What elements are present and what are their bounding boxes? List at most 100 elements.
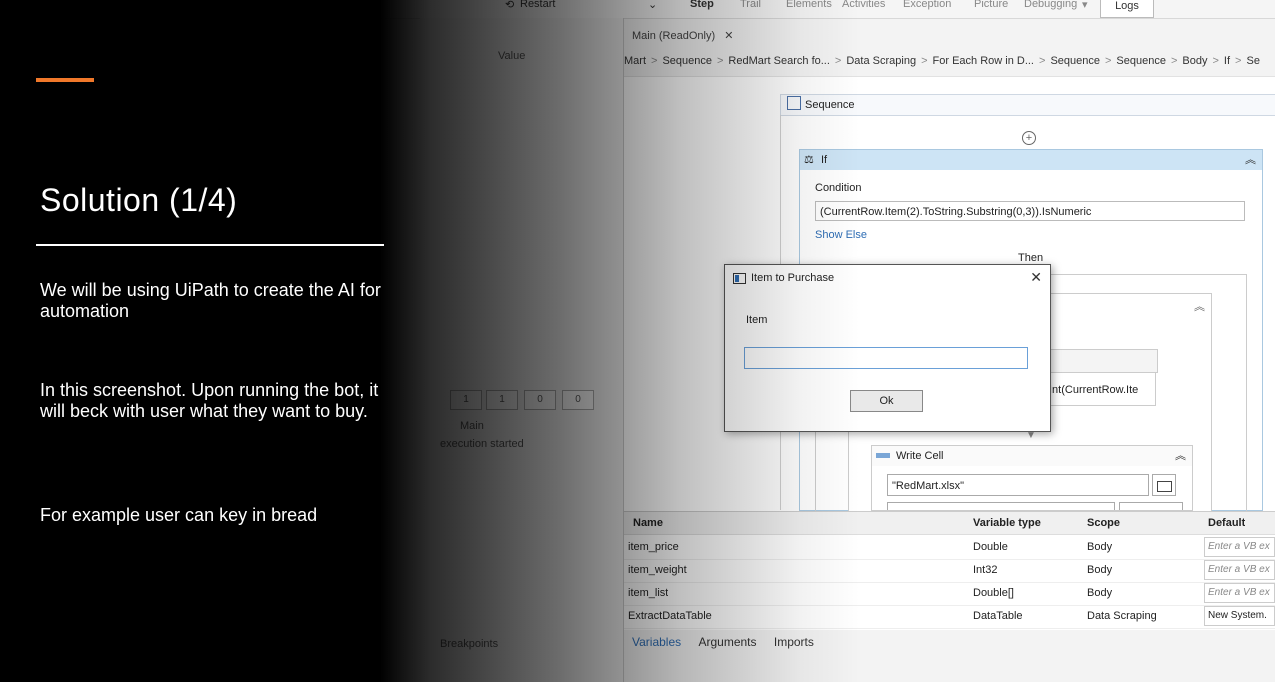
chevron-right-icon: >	[1170, 55, 1178, 67]
sheet-name-input[interactable]	[887, 502, 1115, 510]
column-header-default[interactable]: Default	[1208, 512, 1245, 534]
sequence-label: Sequence	[805, 99, 855, 111]
column-header-scope[interactable]: Scope	[1087, 512, 1120, 534]
restart-icon[interactable]: ⟲	[505, 0, 514, 11]
breadcrumb: Mart > Sequence > RedMart Search fo... > Data …	[624, 50, 1275, 72]
ribbon-step[interactable]: Step	[690, 0, 714, 10]
ribbon-logs[interactable]: Logs	[1100, 0, 1154, 18]
variable-type[interactable]: DataTable	[973, 605, 1023, 627]
breadcrumb-item[interactable]: Mart	[624, 55, 646, 67]
table-row[interactable]: item_weight Int32 Body Enter a VB ex	[624, 559, 1275, 583]
chevron-right-icon: >	[921, 55, 928, 67]
item-input[interactable]	[744, 347, 1028, 369]
workbook-path-input[interactable]: "RedMart.xlsx"	[887, 474, 1149, 496]
title-divider	[36, 244, 384, 246]
ribbon-debugging[interactable]: Debugging	[1024, 0, 1077, 10]
log-line: Main	[460, 420, 484, 432]
breakpoints-tab[interactable]: Breakpoints	[440, 638, 498, 650]
ribbon-activities[interactable]: Activities	[842, 0, 885, 10]
ok-button[interactable]: Ok	[850, 390, 923, 412]
collapse-icon[interactable]: ︽	[1175, 446, 1186, 466]
variable-scope[interactable]: Data Scraping	[1087, 605, 1157, 627]
table-row[interactable]: ExtractDataTable DataTable Data Scraping…	[624, 605, 1275, 629]
variable-default-input[interactable]: New System.	[1204, 606, 1275, 626]
write-cell-header[interactable]: Write Cell ︽	[871, 445, 1193, 466]
ribbon-restart[interactable]: Restart	[520, 0, 555, 10]
write-cell-fields-partial	[887, 502, 1187, 510]
breadcrumb-item[interactable]: Sequence	[662, 55, 712, 67]
close-icon[interactable]: ✕	[1030, 270, 1042, 284]
chevron-right-icon: >	[716, 55, 724, 67]
counter-error[interactable]: 0	[562, 390, 594, 410]
table-row[interactable]: item_price Double Body Enter a VB ex	[624, 536, 1275, 560]
breadcrumb-item[interactable]: Se	[1246, 55, 1259, 67]
collapse-icon[interactable]: ︽	[1194, 298, 1205, 314]
input-dialog: Item to Purchase ✕ Item Ok	[724, 264, 1051, 432]
tab-imports[interactable]: Imports	[774, 635, 814, 649]
value-column-header: Value	[498, 50, 526, 62]
document-tab[interactable]: Main (ReadOnly) ✕	[624, 26, 733, 46]
variable-scope[interactable]: Body	[1087, 559, 1112, 581]
chevron-right-icon: >	[1235, 55, 1242, 67]
collapse-icon[interactable]: ︽	[1245, 150, 1256, 170]
column-header-name[interactable]: Name	[633, 512, 663, 534]
slide-title: Solution (1/4)	[40, 182, 238, 218]
if-activity-header[interactable]: ⚖ If ︽	[799, 149, 1263, 171]
dialog-title-bar[interactable]: Item to Purchase ✕	[725, 265, 1050, 291]
variable-scope[interactable]: Body	[1087, 536, 1112, 558]
variable-name[interactable]: item_price	[628, 536, 679, 558]
ribbon-exception[interactable]: Exception	[903, 0, 951, 10]
ribbon-trail[interactable]: Trail	[740, 0, 761, 10]
slide-paragraph: For example user can key in bread	[40, 505, 318, 525]
breadcrumb-item[interactable]: Data Scraping	[846, 55, 916, 67]
chevron-right-icon: >	[651, 55, 658, 67]
variable-type[interactable]: Double[]	[973, 582, 1014, 604]
variables-panel-tabs: Variables Arguments Imports	[624, 630, 1275, 654]
chevron-right-icon: >	[1104, 55, 1112, 67]
close-icon[interactable]: ✕	[724, 30, 733, 42]
ribbon-elements[interactable]: Elements	[786, 0, 832, 10]
counter-success[interactable]: 0	[524, 390, 556, 410]
cell-input[interactable]	[1119, 502, 1183, 510]
add-activity-icon[interactable]: +	[1022, 131, 1036, 145]
then-label: Then	[1018, 252, 1044, 264]
counter-info[interactable]: 1	[450, 390, 482, 410]
tab-arguments[interactable]: Arguments	[698, 635, 756, 649]
variable-name[interactable]: ExtractDataTable	[628, 605, 712, 627]
variable-type[interactable]: Int32	[973, 559, 997, 581]
variable-scope[interactable]: Body	[1087, 582, 1112, 604]
chevron-right-icon: >	[1212, 55, 1219, 67]
chevron-right-icon: >	[834, 55, 842, 67]
breadcrumb-item[interactable]: Body	[1182, 55, 1207, 67]
breadcrumb-item[interactable]: For Each Row in D...	[933, 55, 1034, 67]
sequence-icon	[787, 96, 801, 110]
variable-type[interactable]: Double	[973, 536, 1008, 558]
variable-default-input[interactable]: Enter a VB ex	[1204, 537, 1275, 557]
dialog-prompt-label: Item	[746, 314, 768, 326]
variable-default-input[interactable]: Enter a VB ex	[1204, 583, 1275, 603]
breadcrumb-item[interactable]: If	[1224, 55, 1230, 67]
breadcrumb-item[interactable]: RedMart Search fo...	[728, 55, 830, 67]
breadcrumb-item[interactable]: Sequence	[1050, 55, 1100, 67]
variables-header-row: Name Variable type Scope Default	[624, 512, 1275, 535]
condition-input[interactable]: (CurrentRow.Item(2).ToString.Substring(0…	[815, 201, 1245, 221]
variable-name[interactable]: item_list	[628, 582, 668, 604]
if-label: If	[820, 154, 828, 166]
counter-warning[interactable]: 1	[486, 390, 518, 410]
browse-button[interactable]	[1152, 474, 1176, 496]
table-row[interactable]: item_list Double[] Body Enter a VB ex	[624, 582, 1275, 606]
slide-paragraph: We will be using UiPath to create the AI…	[40, 280, 381, 321]
sequence-activity-header[interactable]: Sequence	[780, 94, 1275, 116]
variable-name[interactable]: item_weight	[628, 559, 687, 581]
slide-content: Solution (1/4) We will be using UiPath t…	[0, 0, 420, 682]
column-header-type[interactable]: Variable type	[973, 512, 1041, 534]
show-else-link[interactable]: Show Else	[815, 229, 867, 241]
tab-variables[interactable]: Variables	[632, 635, 681, 649]
chevron-down-icon[interactable]: ▾	[1082, 0, 1088, 11]
breadcrumb-item[interactable]: Sequence	[1116, 55, 1166, 67]
chevron-down-icon[interactable]: ⌄	[648, 0, 657, 11]
window-icon	[733, 273, 746, 284]
variable-default-input[interactable]: Enter a VB ex	[1204, 560, 1275, 580]
ribbon-picture[interactable]: Picture	[974, 0, 1008, 10]
folder-icon	[1157, 481, 1172, 492]
